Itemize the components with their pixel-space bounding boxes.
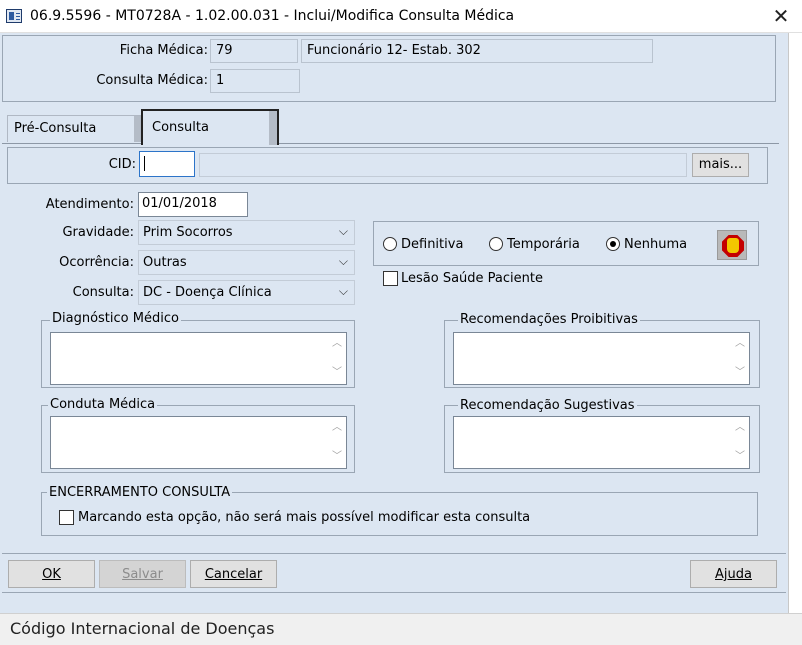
lesao-checkbox[interactable] (383, 271, 398, 286)
consulta-medica-label: Consulta Médica: (96, 73, 208, 88)
ok-button[interactable]: OK (8, 560, 95, 588)
radio-nenhuma-label[interactable]: Nenhuma (624, 237, 687, 252)
hand-shape (727, 238, 739, 253)
recomendacao-sugestivas-title: Recomendação Sugestivas (458, 398, 637, 413)
ocorrencia-select-value: Outras (143, 255, 187, 270)
chevron-down-icon: ⌵ (338, 224, 348, 238)
gravidade-select-value: Prim Socorros (143, 225, 233, 240)
gravidade-select[interactable]: Prim Socorros ⌵ (138, 220, 355, 245)
consulta-type-select[interactable]: DC - Doença Clínica ⌵ (138, 280, 355, 305)
gravidade-label: Gravidade: (62, 225, 134, 240)
mais-button[interactable]: mais... (692, 153, 749, 177)
diagnostico-medico-textarea[interactable]: ︿ ﹀ (50, 332, 347, 385)
recomendacoes-proibitivas-title: Recomendações Proibitivas (458, 312, 640, 327)
tab-shadow (134, 116, 140, 142)
recomendacoes-proibitivas-textarea[interactable]: ︿ ﹀ (453, 332, 750, 385)
cid-input[interactable] (139, 151, 195, 177)
tab-consulta-label: Consulta (152, 120, 209, 135)
conduta-medica-title: Conduta Médica (48, 397, 158, 412)
window-title: 06.9.5596 - MT0728A - 1.02.00.031 - Incl… (30, 8, 515, 24)
chevron-down-icon: ⌵ (338, 284, 348, 298)
radio-temporaria-label[interactable]: Temporária (507, 237, 580, 252)
consulta-type-label: Consulta: (72, 285, 134, 300)
tab-consulta[interactable]: Consulta (141, 109, 279, 145)
ficha-description-field: Funcionário 12- Estab. 302 (301, 39, 653, 63)
radio-definitiva-label[interactable]: Definitiva (401, 237, 463, 252)
scroll-down-icon[interactable]: ﹀ (733, 450, 747, 464)
ocorrencia-select[interactable]: Outras ⌵ (138, 250, 355, 275)
chevron-down-icon: ⌵ (338, 254, 348, 268)
ocorrencia-label: Ocorrência: (59, 255, 134, 270)
radio-temporaria[interactable] (489, 237, 503, 251)
encerramento-checkbox-label[interactable]: Marcando esta opção, não será mais possí… (78, 510, 530, 525)
diagnostico-medico-title: Diagnóstico Médico (50, 311, 181, 326)
scroll-up-icon[interactable]: ︿ (330, 337, 344, 351)
ajuda-button-label: Ajuda (715, 567, 752, 582)
scroll-up-icon[interactable]: ︿ (733, 337, 747, 351)
tab-pre-consulta[interactable]: Pré-Consulta (7, 115, 141, 142)
salvar-button[interactable]: Salvar (99, 560, 186, 588)
encerramento-checkbox[interactable] (59, 510, 74, 525)
ficha-medica-label: Ficha Médica: (119, 43, 208, 58)
scroll-down-icon[interactable]: ﹀ (733, 366, 747, 380)
atendimento-label: Atendimento: (45, 197, 134, 212)
encerramento-title: ENCERRAMENTO CONSULTA (47, 485, 233, 500)
lesao-checkbox-label[interactable]: Lesão Saúde Paciente (401, 271, 543, 286)
close-icon[interactable]: ✕ (760, 0, 802, 33)
mais-button-label: mais... (698, 157, 743, 172)
window-edge (788, 33, 802, 613)
scroll-up-icon[interactable]: ︿ (330, 421, 344, 435)
cancelar-button[interactable]: Cancelar (190, 560, 277, 588)
conduta-medica-textarea[interactable]: ︿ ﹀ (50, 416, 347, 469)
status-bar-text: Código Internacional de Doenças (10, 619, 275, 638)
ok-button-label: OK (42, 567, 61, 582)
cancelar-button-label: Cancelar (204, 567, 263, 582)
ficha-medica-field: 79 (210, 39, 298, 63)
consulta-type-select-value: DC - Doença Clínica (143, 285, 272, 300)
radio-definitiva[interactable] (383, 237, 397, 251)
salvar-button-label: Salvar (122, 567, 163, 582)
ajuda-button[interactable]: Ajuda (690, 560, 777, 588)
tab-shadow (269, 111, 277, 145)
atendimento-date-input[interactable]: 01/01/2018 (138, 192, 248, 217)
text-caret (144, 156, 145, 171)
radio-nenhuma[interactable] (606, 237, 620, 251)
stop-hand-icon[interactable] (717, 230, 747, 260)
cid-label: CID: (108, 157, 136, 172)
consulta-medica-field: 1 (210, 69, 300, 93)
tab-pre-consulta-label: Pré-Consulta (14, 121, 97, 136)
scroll-up-icon[interactable]: ︿ (733, 421, 747, 435)
recomendacao-sugestivas-textarea[interactable]: ︿ ﹀ (453, 416, 750, 469)
scroll-down-icon[interactable]: ﹀ (330, 450, 344, 464)
form-window-icon (6, 9, 22, 23)
cid-description-field (199, 153, 687, 177)
scroll-down-icon[interactable]: ﹀ (330, 366, 344, 380)
